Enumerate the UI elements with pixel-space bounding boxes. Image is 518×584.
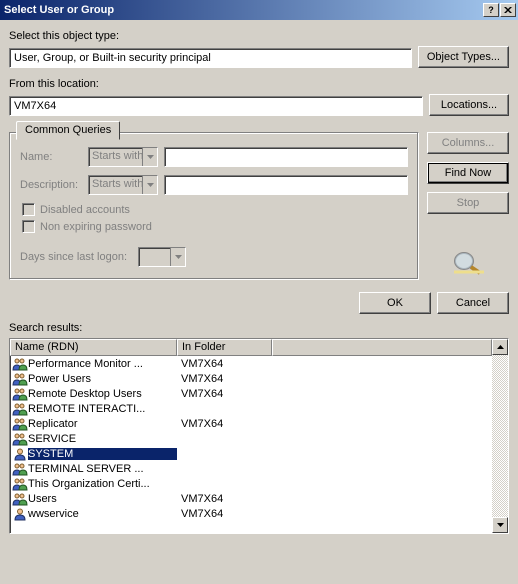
close-button[interactable] [500, 3, 516, 17]
listview-header: Name (RDN) In Folder [10, 339, 492, 356]
description-input [164, 175, 408, 195]
row-folder: VM7X64 [177, 493, 272, 505]
search-icon [450, 250, 486, 276]
columns-button[interactable]: Columns... [427, 132, 509, 154]
disabled-accounts-checkbox [22, 203, 35, 216]
location-field[interactable] [9, 96, 423, 116]
row-name: Replicator [28, 418, 177, 430]
group-icon [10, 387, 28, 401]
table-row[interactable]: ReplicatorVM7X64 [10, 416, 492, 431]
table-row[interactable]: Performance Monitor ...VM7X64 [10, 356, 492, 371]
table-row[interactable]: SYSTEM [10, 446, 492, 461]
common-queries-group: Common Queries Name: Starts with Descrip… [9, 132, 419, 280]
table-row[interactable]: TERMINAL SERVER ... [10, 461, 492, 476]
row-name: REMOTE INTERACTI... [28, 403, 177, 415]
row-name: Users [28, 493, 177, 505]
vertical-scrollbar[interactable] [492, 339, 508, 533]
user-icon [10, 507, 28, 521]
column-spacer [272, 339, 492, 356]
group-icon [10, 417, 28, 431]
object-type-label: Select this object type: [9, 30, 509, 42]
window-title: Select User or Group [4, 4, 483, 16]
disabled-accounts-label: Disabled accounts [40, 204, 130, 216]
titlebar: Select User or Group ? [0, 0, 518, 20]
row-name: TERMINAL SERVER ... [28, 463, 177, 475]
locations-button[interactable]: Locations... [429, 94, 509, 116]
scroll-up-button[interactable] [492, 339, 508, 355]
scroll-down-button[interactable] [492, 517, 508, 533]
row-name: Remote Desktop Users [28, 388, 177, 400]
table-row[interactable]: Power UsersVM7X64 [10, 371, 492, 386]
row-folder: VM7X64 [177, 418, 272, 430]
column-name[interactable]: Name (RDN) [10, 339, 177, 356]
close-icon [504, 7, 512, 14]
table-row[interactable]: UsersVM7X64 [10, 491, 492, 506]
group-icon [10, 492, 28, 506]
user-icon [10, 447, 28, 461]
search-results-label: Search results: [9, 322, 509, 334]
group-icon [10, 357, 28, 371]
name-match-combo: Starts with [88, 147, 158, 167]
row-name: This Organization Certi... [28, 478, 177, 490]
row-folder: VM7X64 [177, 358, 272, 370]
chevron-down-icon [497, 523, 504, 527]
days-since-logon-label: Days since last logon: [20, 251, 132, 263]
table-row[interactable]: Remote Desktop UsersVM7X64 [10, 386, 492, 401]
column-folder[interactable]: In Folder [177, 339, 272, 356]
non-expiring-label: Non expiring password [40, 221, 152, 233]
group-icon [10, 432, 28, 446]
group-icon [10, 402, 28, 416]
ok-button[interactable]: OK [359, 292, 431, 314]
table-row[interactable]: SERVICE [10, 431, 492, 446]
stop-button[interactable]: Stop [427, 192, 509, 214]
row-name: wwservice [28, 508, 177, 520]
location-label: From this location: [9, 78, 509, 90]
find-now-button[interactable]: Find Now [427, 162, 509, 184]
table-row[interactable]: This Organization Certi... [10, 476, 492, 491]
tab-common-queries[interactable]: Common Queries [16, 121, 120, 140]
row-name: SERVICE [28, 433, 177, 445]
group-icon [10, 477, 28, 491]
days-since-logon-combo [138, 247, 186, 267]
results-listview[interactable]: Name (RDN) In Folder Performance Monitor… [9, 338, 509, 534]
object-types-button[interactable]: Object Types... [418, 46, 509, 68]
group-icon [10, 462, 28, 476]
row-folder: VM7X64 [177, 373, 272, 385]
chevron-down-icon [170, 248, 185, 266]
description-match-combo: Starts with [88, 175, 158, 195]
non-expiring-checkbox [22, 220, 35, 233]
table-row[interactable]: REMOTE INTERACTI... [10, 401, 492, 416]
row-folder: VM7X64 [177, 508, 272, 520]
name-label: Name: [20, 151, 82, 163]
row-folder: VM7X64 [177, 388, 272, 400]
row-name: Performance Monitor ... [28, 358, 177, 370]
chevron-down-icon [142, 176, 157, 194]
description-label: Description: [20, 179, 82, 191]
object-type-field[interactable] [9, 48, 412, 68]
cancel-button[interactable]: Cancel [437, 292, 509, 314]
group-icon [10, 372, 28, 386]
chevron-down-icon [142, 148, 157, 166]
table-row[interactable]: wwserviceVM7X64 [10, 506, 492, 521]
chevron-up-icon [497, 345, 504, 349]
row-name: SYSTEM [28, 448, 177, 460]
row-name: Power Users [28, 373, 177, 385]
name-input [164, 147, 408, 167]
scroll-track[interactable] [492, 355, 508, 517]
help-button[interactable]: ? [483, 3, 499, 17]
